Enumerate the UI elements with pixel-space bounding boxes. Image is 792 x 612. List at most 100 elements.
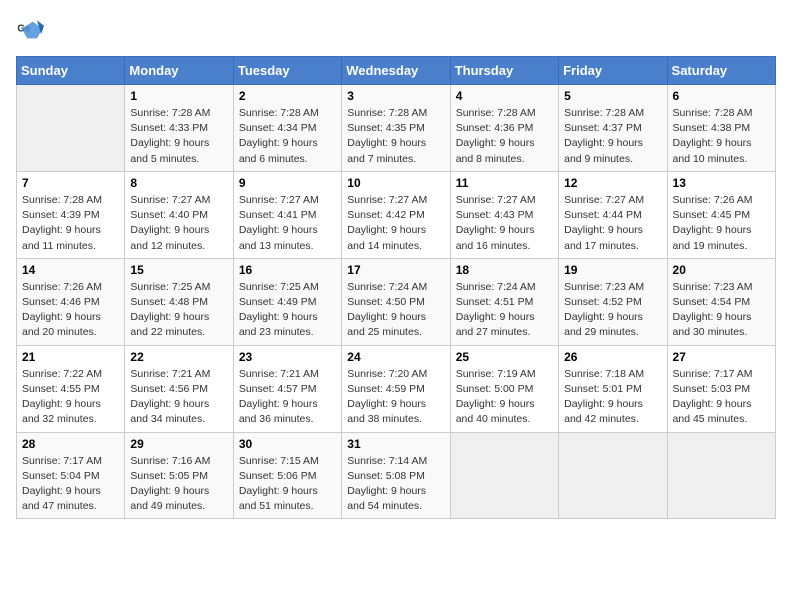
day-info: Sunrise: 7:28 AMSunset: 4:39 PMDaylight:…: [22, 193, 119, 254]
sunrise-time: Sunrise: 7:28 AM: [456, 107, 536, 119]
day-number: 25: [456, 350, 553, 364]
sunrise-time: Sunrise: 7:27 AM: [456, 194, 536, 206]
day-number: 18: [456, 263, 553, 277]
daylight-minutes: and 49 minutes.: [130, 500, 205, 512]
day-number: 10: [347, 176, 444, 190]
day-number: 4: [456, 89, 553, 103]
calendar-cell: 29 Sunrise: 7:16 AMSunset: 5:05 PMDayligh…: [125, 432, 233, 519]
day-number: 22: [130, 350, 227, 364]
calendar-cell: 21Sunrise: 7:22 AMSunset: 4:55 PMDayligh…: [17, 345, 125, 432]
sunset-time: Sunset: 4:37 PM: [564, 122, 642, 134]
daylight-hours: Daylight: 9 hours: [564, 224, 643, 236]
daylight-hours: Daylight: 9 hours: [239, 224, 318, 236]
day-header-thursday: Thursday: [450, 57, 558, 85]
daylight-hours: Daylight: 9 hours: [564, 398, 643, 410]
daylight-minutes: and 23 minutes.: [239, 326, 314, 338]
daylight-minutes: and 22 minutes.: [130, 326, 205, 338]
day-header-sunday: Sunday: [17, 57, 125, 85]
daylight-minutes: and 32 minutes.: [22, 413, 97, 425]
sunset-time: Sunset: 5:01 PM: [564, 383, 642, 395]
calendar-cell: [667, 432, 775, 519]
daylight-minutes: and 25 minutes.: [347, 326, 422, 338]
calendar-cell: 30Sunrise: 7:15 AMSunset: 5:06 PMDayligh…: [233, 432, 341, 519]
daylight-hours: Daylight: 9 hours: [673, 311, 752, 323]
week-row-4: 21Sunrise: 7:22 AMSunset: 4:55 PMDayligh…: [17, 345, 776, 432]
calendar-cell: 7Sunrise: 7:28 AMSunset: 4:39 PMDaylight…: [17, 171, 125, 258]
day-number: 23: [239, 350, 336, 364]
calendar-cell: 31Sunrise: 7:14 AMSunset: 5:08 PMDayligh…: [342, 432, 450, 519]
sunset-time: Sunset: 4:56 PM: [130, 383, 208, 395]
daylight-hours: Daylight: 9 hours: [456, 224, 535, 236]
daylight-hours: Daylight: 9 hours: [347, 311, 426, 323]
week-row-1: 1Sunrise: 7:28 AMSunset: 4:33 PMDaylight…: [17, 85, 776, 172]
daylight-minutes: and 12 minutes.: [130, 240, 205, 252]
sunrise-time: Sunrise: 7:23 AM: [564, 281, 644, 293]
day-number: 12: [564, 176, 661, 190]
day-number: 30: [239, 437, 336, 451]
header-row: SundayMondayTuesdayWednesdayThursdayFrid…: [17, 57, 776, 85]
day-info: Sunrise: 7:27 AMSunset: 4:42 PMDaylight:…: [347, 193, 444, 254]
daylight-hours: Daylight: 9 hours: [130, 224, 209, 236]
daylight-hours: Daylight: 9 hours: [22, 398, 101, 410]
day-info: Sunrise: 7:18 AMSunset: 5:01 PMDaylight:…: [564, 367, 661, 428]
day-info: Sunrise: 7:26 AMSunset: 4:46 PMDaylight:…: [22, 280, 119, 341]
daylight-minutes: and 17 minutes.: [564, 240, 639, 252]
logo: Ge: [16, 16, 48, 44]
calendar-cell: 8Sunrise: 7:27 AMSunset: 4:40 PMDaylight…: [125, 171, 233, 258]
day-number: 2: [239, 89, 336, 103]
day-header-saturday: Saturday: [667, 57, 775, 85]
calendar-cell: 27Sunrise: 7:17 AMSunset: 5:03 PMDayligh…: [667, 345, 775, 432]
day-info: Sunrise: 7:19 AMSunset: 5:00 PMDaylight:…: [456, 367, 553, 428]
daylight-hours: Daylight: 9 hours: [456, 137, 535, 149]
daylight-minutes: and 38 minutes.: [347, 413, 422, 425]
sunset-time: Sunset: 4:59 PM: [347, 383, 425, 395]
sunset-time: Sunset: 5:04 PM: [22, 470, 100, 482]
calendar-cell: 22Sunrise: 7:21 AMSunset: 4:56 PMDayligh…: [125, 345, 233, 432]
day-info: Sunrise: 7:28 AMSunset: 4:35 PMDaylight:…: [347, 106, 444, 167]
day-info: Sunrise: 7:23 AMSunset: 4:54 PMDaylight:…: [673, 280, 770, 341]
sunrise-time: Sunrise: 7:21 AM: [239, 368, 319, 380]
sunrise-time: Sunrise: 7:19 AM: [456, 368, 536, 380]
daylight-minutes: and 9 minutes.: [564, 153, 633, 165]
day-info: Sunrise: 7:24 AMSunset: 4:50 PMDaylight:…: [347, 280, 444, 341]
sunrise-time: Sunrise: 7:20 AM: [347, 368, 427, 380]
daylight-hours: Daylight: 9 hours: [130, 398, 209, 410]
day-info: Sunrise: 7:28 AMSunset: 4:37 PMDaylight:…: [564, 106, 661, 167]
sunset-time: Sunset: 5:06 PM: [239, 470, 317, 482]
daylight-hours: Daylight: 9 hours: [564, 311, 643, 323]
sunset-time: Sunset: 4:35 PM: [347, 122, 425, 134]
daylight-hours: Daylight: 9 hours: [22, 485, 101, 497]
day-info: Sunrise: 7:16 AMSunset: 5:05 PMDaylight:…: [130, 454, 227, 515]
calendar-cell: 6Sunrise: 7:28 AMSunset: 4:38 PMDaylight…: [667, 85, 775, 172]
calendar-table: SundayMondayTuesdayWednesdayThursdayFrid…: [16, 56, 776, 519]
day-number: 9: [239, 176, 336, 190]
day-number: 3: [347, 89, 444, 103]
day-number: 27: [673, 350, 770, 364]
day-number: 11: [456, 176, 553, 190]
day-number: 24: [347, 350, 444, 364]
daylight-hours: Daylight: 9 hours: [22, 311, 101, 323]
day-info: Sunrise: 7:14 AMSunset: 5:08 PMDaylight:…: [347, 454, 444, 515]
daylight-hours: Daylight: 9 hours: [347, 137, 426, 149]
day-number: 29: [130, 437, 227, 451]
calendar-cell: 15Sunrise: 7:25 AMSunset: 4:48 PMDayligh…: [125, 258, 233, 345]
sunrise-time: Sunrise: 7:27 AM: [130, 194, 210, 206]
daylight-hours: Daylight: 9 hours: [347, 398, 426, 410]
daylight-minutes: and 54 minutes.: [347, 500, 422, 512]
day-number: 20: [673, 263, 770, 277]
sunset-time: Sunset: 4:48 PM: [130, 296, 208, 308]
sunset-time: Sunset: 4:42 PM: [347, 209, 425, 221]
calendar-cell: 1Sunrise: 7:28 AMSunset: 4:33 PMDaylight…: [125, 85, 233, 172]
sunrise-time: Sunrise: 7:15 AM: [239, 455, 319, 467]
sunrise-time: Sunrise: 7:24 AM: [347, 281, 427, 293]
sunrise-time: Sunrise: 7:16 AM: [130, 455, 210, 467]
calendar-header: SundayMondayTuesdayWednesdayThursdayFrid…: [17, 57, 776, 85]
week-row-2: 7Sunrise: 7:28 AMSunset: 4:39 PMDaylight…: [17, 171, 776, 258]
sunrise-time: Sunrise: 7:26 AM: [22, 281, 102, 293]
sunset-time: Sunset: 4:33 PM: [130, 122, 208, 134]
day-number: 16: [239, 263, 336, 277]
calendar-cell: 16Sunrise: 7:25 AMSunset: 4:49 PMDayligh…: [233, 258, 341, 345]
day-info: Sunrise: 7:26 AMSunset: 4:45 PMDaylight:…: [673, 193, 770, 254]
day-header-tuesday: Tuesday: [233, 57, 341, 85]
daylight-minutes: and 7 minutes.: [347, 153, 416, 165]
